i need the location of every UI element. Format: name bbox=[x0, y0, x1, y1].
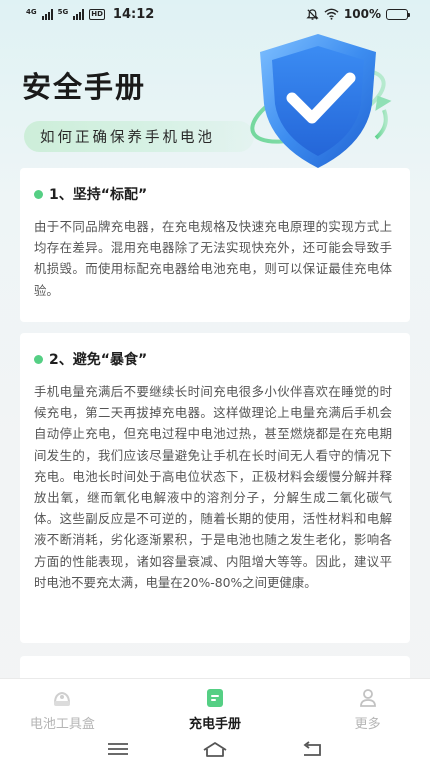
nav-item-battery-toolbox[interactable]: 电池工具盒 bbox=[0, 679, 153, 732]
wifi-icon bbox=[324, 8, 339, 20]
nav-item-charging-manual[interactable]: 充电手册 bbox=[153, 679, 278, 732]
nav-item-more[interactable]: 更多 bbox=[277, 679, 430, 732]
battery-icon bbox=[386, 8, 410, 20]
section-body: 由于不同品牌充电器，在充电规格及快速充电原理的实现方式上均存在差异。混用充电器除… bbox=[34, 219, 392, 298]
section-header: 1、坚持“标配” bbox=[34, 184, 396, 204]
toolbox-icon bbox=[51, 688, 73, 708]
bottom-nav: 电池工具盒 充电手册 更多 bbox=[0, 678, 430, 732]
nav-label: 更多 bbox=[354, 717, 381, 732]
battery-percent: 100% bbox=[343, 7, 381, 21]
nav-label: 电池工具盒 bbox=[29, 717, 95, 732]
signal-icon bbox=[41, 8, 53, 20]
status-left: 4G 5G HD 14:12 bbox=[26, 7, 154, 22]
section-title: 2、避免“暴食” bbox=[49, 352, 148, 368]
network-type-1: 4G bbox=[26, 8, 37, 16]
home-icon[interactable] bbox=[202, 739, 228, 759]
section-card-2: 2、避免“暴食” 手机电量充满后不要继续长时间充电很多小伙伴喜欢在睡觉的时候充电… bbox=[20, 333, 410, 643]
hd-badge: HD bbox=[89, 8, 105, 20]
menu-icon[interactable] bbox=[105, 739, 131, 759]
manual-icon bbox=[204, 688, 226, 708]
section-header: 2、避免“暴食” bbox=[34, 349, 396, 369]
shield-check-icon bbox=[244, 26, 394, 176]
bullet-dot-icon bbox=[34, 189, 43, 199]
status-bar: 4G 5G HD 14:12 100% bbox=[0, 0, 430, 28]
section-card-1: 1、坚持“标配” 由于不同品牌充电器，在充电规格及快速充电原理的实现方式上均存在… bbox=[20, 168, 410, 322]
user-icon bbox=[357, 688, 379, 708]
nav-label: 充电手册 bbox=[189, 717, 242, 732]
subtitle-pill: 如何正确保养手机电池 bbox=[24, 121, 254, 152]
bullet-dot-icon bbox=[34, 354, 43, 364]
status-right: 100% bbox=[306, 7, 410, 21]
section-body: 手机电量充满后不要继续长时间充电很多小伙伴喜欢在睡觉的时候充电，第二天再拔掉充电… bbox=[34, 384, 392, 590]
mute-icon bbox=[306, 8, 319, 20]
signal-icon-2 bbox=[73, 8, 85, 20]
network-type-2: 5G bbox=[57, 8, 69, 16]
back-icon[interactable] bbox=[299, 739, 325, 759]
clock: 14:12 bbox=[112, 6, 155, 22]
section-title: 1、坚持“标配” bbox=[49, 187, 148, 203]
system-nav-bar bbox=[0, 732, 430, 765]
page-title: 安全手册 bbox=[22, 70, 147, 104]
